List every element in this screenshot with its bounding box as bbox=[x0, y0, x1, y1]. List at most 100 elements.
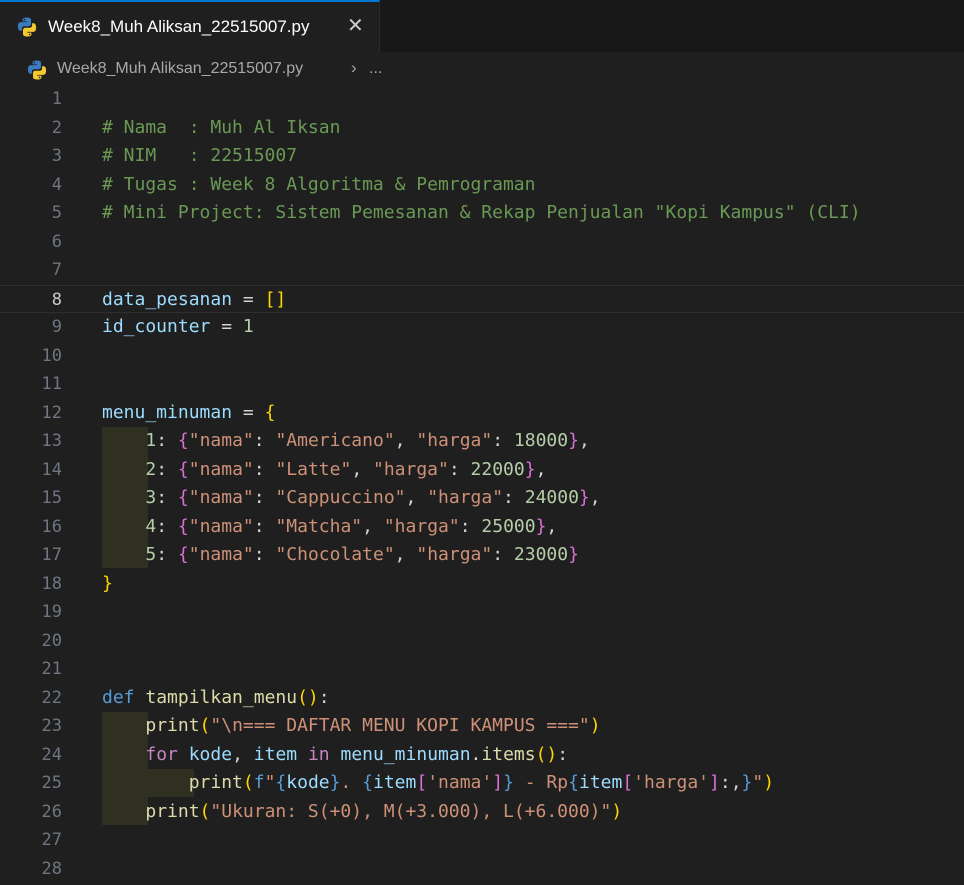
code-line[interactable]: 12 menu_minuman = { bbox=[0, 399, 964, 427]
code-text: # NIM : 22515007 bbox=[102, 142, 297, 170]
code-line[interactable]: 23 print("\n=== DAFTAR MENU KOPI KAMPUS … bbox=[0, 712, 964, 740]
close-tab-icon[interactable]: ✕ bbox=[347, 14, 364, 38]
line-number: 20 bbox=[41, 630, 62, 651]
code-token: 'nama' bbox=[427, 772, 493, 793]
code-line[interactable]: 19 bbox=[0, 598, 964, 626]
code-line[interactable]: 6 bbox=[0, 228, 964, 256]
code-token: 3 bbox=[145, 487, 157, 508]
code-line[interactable]: 16 4: {"nama": "Matcha", "harga": 25000}… bbox=[0, 513, 964, 541]
code-token: : bbox=[253, 487, 276, 508]
code-line[interactable]: 25 print(f"{kode}. {item['nama']} - Rp{i… bbox=[0, 769, 964, 797]
code-token: } bbox=[535, 515, 547, 537]
code-token: "nama" bbox=[188, 487, 254, 508]
code-token: ) bbox=[763, 772, 775, 793]
code-line[interactable]: 5 # Mini Project: Sistem Pemesanan & Reka… bbox=[0, 199, 964, 227]
code-line[interactable]: 15 3: {"nama": "Cappuccino", "harga": 24… bbox=[0, 484, 964, 512]
code-line[interactable]: 14 2: {"nama": "Latte", "harga": 22000}, bbox=[0, 456, 964, 484]
code-token: = bbox=[232, 401, 265, 423]
code-text: } bbox=[102, 570, 113, 598]
code-token: "Chocolate" bbox=[275, 544, 395, 565]
code-token: ] bbox=[492, 772, 504, 793]
code-token: : bbox=[459, 515, 482, 537]
code-line[interactable]: 21 bbox=[0, 655, 964, 683]
line-number: 4 bbox=[51, 174, 62, 195]
code-token: { bbox=[568, 772, 579, 793]
code-line[interactable]: 20 bbox=[0, 627, 964, 655]
code-line[interactable]: 2 # Nama : Muh Al Iksan bbox=[0, 114, 964, 142]
code-token: { bbox=[275, 772, 287, 793]
code-text: id_counter = 1 bbox=[102, 313, 254, 341]
code-token: id_counter bbox=[102, 316, 211, 337]
code-token: data_pesanan bbox=[102, 288, 233, 310]
code-text: 3: {"nama": "Cappuccino", "harga": 24000… bbox=[102, 484, 601, 512]
code-token: for bbox=[145, 743, 178, 765]
code-token: "harga" bbox=[383, 515, 460, 537]
code-token: } bbox=[102, 572, 113, 594]
code-line[interactable]: 4 # Tugas : Week 8 Algoritma & Pemrograma… bbox=[0, 171, 964, 199]
code-token: 4 bbox=[145, 515, 157, 537]
code-token: () bbox=[535, 743, 558, 765]
code-line[interactable]: 9 id_counter = 1 bbox=[0, 313, 964, 341]
code-token: menu_minuman bbox=[340, 743, 471, 765]
code-token: : bbox=[156, 430, 178, 451]
code-line[interactable]: 27 bbox=[0, 826, 964, 854]
line-number: 25 bbox=[41, 773, 62, 793]
code-editor[interactable]: 1 2 # Nama : Muh Al Iksan 3 # NIM : 22515007… bbox=[0, 86, 964, 885]
code-token: , bbox=[351, 458, 373, 480]
code-text: # Tugas : Week 8 Algoritma & Pemrograman bbox=[102, 171, 535, 199]
code-token: { bbox=[362, 772, 373, 793]
code-token: 1 bbox=[242, 316, 254, 337]
code-line[interactable]: 17 5: {"nama": "Chocolate", "harga": 230… bbox=[0, 541, 964, 569]
code-token: ( bbox=[199, 800, 211, 822]
code-token: , bbox=[362, 515, 384, 537]
editor-tab[interactable]: Week8_Muh Aliksan_22515007.py ✕ bbox=[0, 0, 380, 52]
code-text: print(f"{kode}. {item['nama']} - Rp{item… bbox=[102, 769, 774, 797]
code-token: item bbox=[253, 743, 298, 765]
code-text: print("\n=== DAFTAR MENU KOPI KAMPUS ===… bbox=[102, 712, 600, 740]
line-number: 19 bbox=[41, 602, 62, 622]
code-line[interactable]: 22 def tampilkan_menu(): bbox=[0, 684, 964, 712]
code-line[interactable]: 10 bbox=[0, 342, 964, 370]
code-line[interactable]: 3 # NIM : 22515007 bbox=[0, 142, 964, 170]
code-line[interactable]: 7 bbox=[0, 256, 964, 284]
code-token: } bbox=[741, 772, 753, 793]
breadcrumb-file[interactable]: Week8_Muh Aliksan_22515007.py bbox=[57, 60, 303, 78]
code-token: { bbox=[177, 458, 189, 480]
code-token: : bbox=[253, 430, 276, 451]
code-token: { bbox=[177, 515, 189, 537]
code-token: , bbox=[589, 487, 601, 508]
code-line[interactable]: 18} bbox=[0, 570, 964, 598]
code-token: " bbox=[752, 772, 764, 793]
code-token: item bbox=[578, 772, 623, 793]
code-line[interactable]: 28 bbox=[0, 855, 964, 883]
line-number: 9 bbox=[51, 317, 62, 337]
code-line[interactable]: 11 bbox=[0, 370, 964, 398]
code-token: () bbox=[297, 686, 319, 708]
code-token: 24000 bbox=[524, 487, 579, 508]
line-number: 2 bbox=[51, 117, 62, 138]
code-line[interactable]: 24 for kode, item in menu_minuman.items(… bbox=[0, 741, 964, 769]
code-token: # Nama : Muh Al Iksan bbox=[102, 116, 341, 138]
breadcrumb: Week8_Muh Aliksan_22515007.py › ... bbox=[0, 52, 964, 86]
code-token: : bbox=[318, 686, 330, 708]
code-token: { bbox=[177, 430, 189, 451]
code-token: 1 bbox=[145, 430, 157, 451]
code-token: "Matcha" bbox=[275, 515, 363, 537]
breadcrumb-symbols[interactable]: ... bbox=[369, 60, 382, 78]
code-token: def bbox=[102, 686, 135, 708]
code-token: # Tugas : Week 8 Algoritma & Pemrograman bbox=[102, 173, 536, 195]
code-token: "harga" bbox=[427, 487, 504, 508]
code-token: [ bbox=[622, 772, 634, 793]
code-line[interactable]: 26 print("Ukuran: S(+0), M(+3.000), L(+6… bbox=[0, 798, 964, 826]
code-line[interactable]: 13 1: {"nama": "Americano", "harga": 180… bbox=[0, 427, 964, 455]
code-token: = bbox=[210, 316, 243, 337]
code-line[interactable]: 1 bbox=[0, 85, 964, 113]
code-token: "\n=== DAFTAR MENU KOPI KAMPUS ===" bbox=[210, 715, 590, 736]
code-line[interactable]: 8 data_pesanan = [] bbox=[0, 284, 964, 313]
code-token: ( bbox=[199, 715, 211, 736]
